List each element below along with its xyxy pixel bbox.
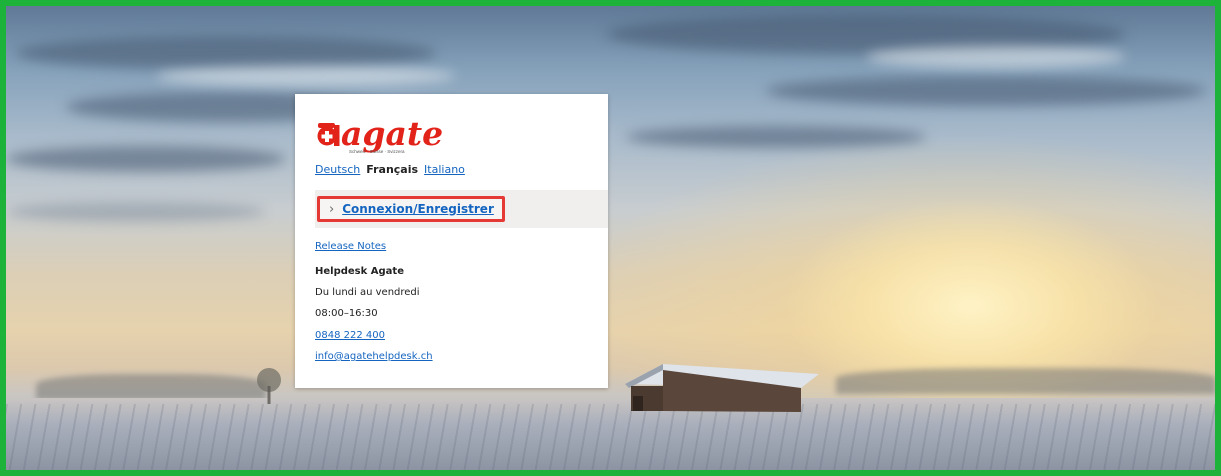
agate-logo: agate Schweiz · Suisse · Svizzera bbox=[315, 112, 475, 158]
logo-mark bbox=[317, 123, 340, 146]
cloud-streak bbox=[866, 46, 1126, 68]
helpdesk-phone-link[interactable]: 0848 222 400 bbox=[315, 330, 385, 341]
horizon-treeline bbox=[36, 374, 266, 400]
cloud-streak bbox=[6, 202, 266, 222]
helpdesk-email-link[interactable]: info@agatehelpdesk.ch bbox=[315, 351, 433, 362]
chevron-right-icon: › bbox=[329, 201, 335, 217]
agate-logo-graphic: agate Schweiz · Suisse · Svizzera bbox=[317, 114, 443, 154]
language-switcher: Deutsch Français Italiano bbox=[315, 163, 465, 176]
cloud-streak bbox=[766, 76, 1206, 106]
cloud-streak bbox=[16, 36, 436, 70]
tree-icon bbox=[257, 368, 281, 404]
login-register-label: Connexion/Enregistrer bbox=[342, 202, 494, 216]
login-register-button[interactable]: › Connexion/Enregistrer bbox=[317, 196, 505, 222]
helpdesk-hours: 08:00–16:30 bbox=[315, 308, 378, 319]
logo-wordmark: agate bbox=[341, 114, 443, 153]
cloud-streak bbox=[156, 66, 456, 86]
barn-icon bbox=[625, 364, 819, 412]
helpdesk-days: Du lundi au vendredi bbox=[315, 287, 420, 298]
cloud-streak bbox=[6, 146, 286, 172]
login-card: agate Schweiz · Suisse · Svizzera Deutsc… bbox=[295, 94, 608, 388]
language-link-deutsch[interactable]: Deutsch bbox=[315, 163, 360, 176]
release-notes-link[interactable]: Release Notes bbox=[315, 241, 386, 252]
horizon-treeline bbox=[836, 368, 1215, 394]
cloud-streak bbox=[626, 126, 926, 148]
field-furrows bbox=[6, 404, 1215, 470]
language-link-italiano[interactable]: Italiano bbox=[424, 163, 465, 176]
screenshot-frame: agate Schweiz · Suisse · Svizzera Deutsc… bbox=[0, 0, 1221, 476]
language-current-francais: Français bbox=[366, 163, 419, 176]
helpdesk-title: Helpdesk Agate bbox=[315, 266, 404, 277]
logo-tagline: Schweiz · Suisse · Svizzera bbox=[349, 149, 405, 154]
